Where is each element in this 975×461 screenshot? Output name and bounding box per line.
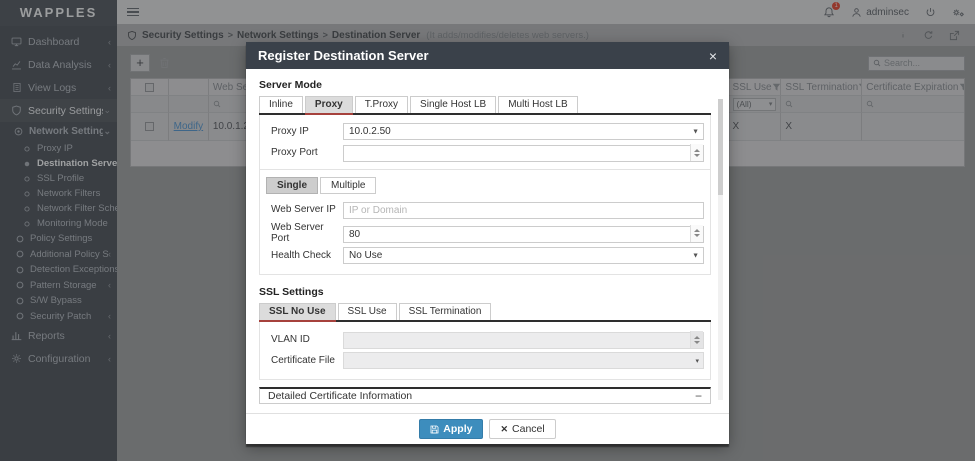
apply-button[interactable]: Apply <box>419 419 483 439</box>
collapse-icon[interactable]: − <box>695 390 702 402</box>
proxy-port-input[interactable] <box>343 145 704 162</box>
save-icon <box>430 425 439 434</box>
tab-multiple[interactable]: Multiple <box>320 177 376 194</box>
modal-scrollbar[interactable] <box>718 99 723 400</box>
server-mode-label: Server Mode <box>259 79 711 91</box>
health-check-label: Health Check <box>266 250 343 261</box>
dialog-header: Register Destination Server × <box>246 42 729 69</box>
chevron-down-icon: ▼ <box>692 128 699 135</box>
vlan-id-input <box>343 332 704 349</box>
tab-ssl-no-use[interactable]: SSL No Use <box>259 303 336 320</box>
tab-single-host-lb[interactable]: Single Host LB <box>410 96 496 113</box>
detailed-certificate-information-bar[interactable]: Detailed Certificate Information − <box>259 387 711 404</box>
tab-inline[interactable]: Inline <box>259 96 303 113</box>
certificate-file-select <box>343 352 704 369</box>
tab-ssl-termination[interactable]: SSL Termination <box>399 303 492 320</box>
dialog-title: Register Destination Server <box>258 48 429 63</box>
tab-tproxy[interactable]: T.Proxy <box>355 96 408 113</box>
chevron-down-icon: ▾ <box>695 357 699 365</box>
web-server-ip-label: Web Server IP <box>266 204 343 215</box>
web-server-port-input[interactable] <box>343 226 704 243</box>
tab-ssl-use[interactable]: SSL Use <box>338 303 397 320</box>
cancel-button[interactable]: ✕ Cancel <box>489 419 555 439</box>
close-icon[interactable]: × <box>709 49 717 63</box>
tab-single[interactable]: Single <box>266 177 318 194</box>
chevron-down-icon: ▼ <box>692 252 699 259</box>
dialog-body: Server Mode Inline Proxy T.Proxy Single … <box>246 69 729 404</box>
proxy-settings-panel: Proxy IP 10.0.2.50 ▼ Proxy Port <box>259 115 711 275</box>
proxy-ip-label: Proxy IP <box>266 126 343 137</box>
proxy-port-label: Proxy Port <box>266 147 343 158</box>
number-stepper[interactable] <box>690 225 703 242</box>
wapples-app: WAPPLES Dashboard‹Data Analysis‹View Log… <box>0 0 975 461</box>
vlan-id-label: VLAN ID <box>266 334 343 345</box>
ssl-settings-panel: VLAN ID Certificate File ▾ <box>259 322 711 380</box>
server-count-tabs: Single Multiple <box>266 177 704 194</box>
ssl-settings-label: SSL Settings <box>259 286 711 298</box>
dialog-footer: Apply ✕ Cancel <box>246 413 729 444</box>
health-check-select[interactable]: No Use <box>343 247 704 264</box>
number-stepper <box>690 331 703 348</box>
server-mode-tabs: Inline Proxy T.Proxy Single Host LB Mult… <box>259 96 711 115</box>
web-server-ip-input[interactable] <box>343 202 704 219</box>
web-server-port-label: Web Server Port <box>266 222 343 244</box>
register-destination-server-dialog: Register Destination Server × Server Mod… <box>246 42 729 444</box>
x-icon: ✕ <box>500 424 508 435</box>
certificate-file-label: Certificate File <box>266 355 343 366</box>
number-stepper[interactable] <box>690 144 703 161</box>
tab-multi-host-lb[interactable]: Multi Host LB <box>498 96 577 113</box>
detail-bar-label: Detailed Certificate Information <box>268 390 412 402</box>
ssl-tabs: SSL No Use SSL Use SSL Termination <box>259 303 711 322</box>
tab-proxy[interactable]: Proxy <box>305 96 353 113</box>
proxy-ip-select[interactable]: 10.0.2.50 <box>343 123 704 140</box>
